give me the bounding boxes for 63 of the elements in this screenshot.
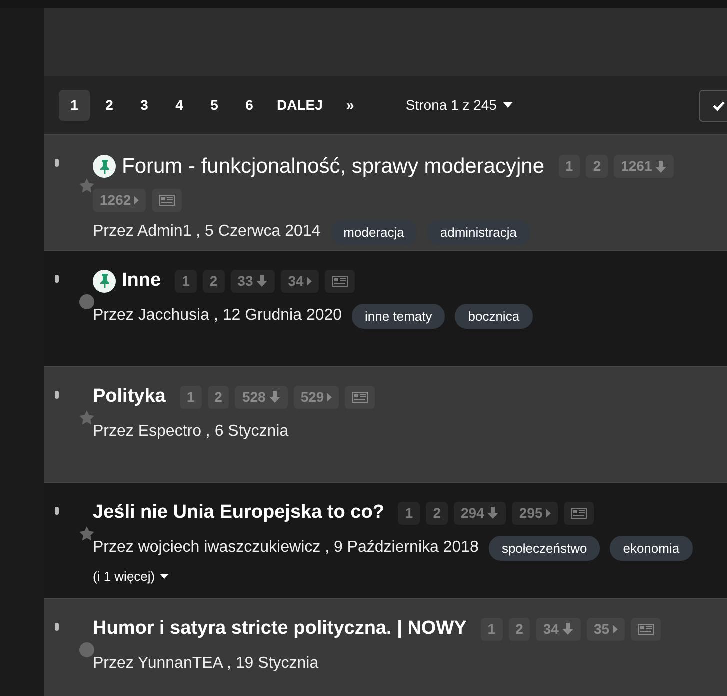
tag-link[interactable]: społeczeństwo [488, 536, 600, 561]
newspaper-icon [638, 624, 654, 635]
down-arrow-icon [655, 160, 668, 173]
last-page-button[interactable]: » [334, 90, 366, 120]
down-arrow-icon [487, 507, 500, 520]
topic-page-button[interactable]: 34 [281, 270, 319, 293]
topic-page-button[interactable]: 1 [398, 502, 420, 525]
page-button[interactable]: 6 [234, 90, 265, 120]
down-arrow-icon [268, 391, 281, 404]
caret-icon [502, 102, 513, 108]
down-arrow-icon [256, 275, 268, 288]
more-tags-button[interactable]: (i 1 więcej) [93, 567, 170, 586]
caret-icon [546, 508, 551, 518]
topic-title-link[interactable]: Polityka [93, 383, 166, 412]
caret-icon [612, 624, 618, 634]
page-button[interactable]: 2 [94, 90, 125, 120]
row-select-handle[interactable] [55, 391, 59, 399]
caret-icon [327, 392, 332, 402]
page-button[interactable]: 4 [164, 90, 195, 120]
newspaper-icon [159, 194, 176, 206]
page-button[interactable]: 5 [199, 90, 230, 120]
topic-title-link[interactable]: Humor i satyra stricte polityczna. | NOWY [93, 615, 467, 644]
preview-button[interactable] [324, 270, 355, 293]
tag-link[interactable]: ekonomia [610, 536, 693, 561]
topic-author-date: Przez wojciech iwaszczukiewicz , 9 Października 2018 [93, 538, 479, 558]
check-icon [713, 101, 725, 111]
next-button[interactable]: DALEJ [269, 90, 331, 120]
newspaper-icon [570, 508, 587, 519]
select-button[interactable] [699, 90, 727, 122]
newspaper-icon [332, 276, 348, 287]
page-button[interactable]: 1 [59, 90, 90, 120]
caret-icon [160, 574, 170, 580]
tag-link[interactable]: administracja [427, 220, 530, 245]
down-arrow-icon [562, 623, 574, 636]
topic-page-button[interactable]: 2 [426, 502, 448, 525]
page-button[interactable]: 3 [129, 90, 160, 120]
row-select-handle[interactable] [55, 275, 59, 283]
newspaper-icon [352, 392, 368, 403]
preview-button[interactable] [152, 188, 182, 212]
caret-icon [306, 276, 312, 286]
row-select-handle[interactable] [55, 159, 59, 167]
caret-icon [134, 196, 140, 204]
tag-link[interactable]: moderacja [330, 220, 418, 245]
row-select-handle[interactable] [55, 507, 59, 515]
preview-button[interactable] [564, 502, 594, 525]
topic-title-link[interactable]: Inne [122, 267, 162, 296]
topic-author-date: Przez Jacchusia , 12 Grudnia 2020 [93, 306, 342, 326]
topic-page-button[interactable]: 294 [454, 502, 506, 525]
preview-button[interactable] [630, 618, 661, 641]
topic-title-link[interactable]: Forum - funkcjonalność, sprawy moderacyjne [122, 151, 545, 182]
page-jump-dropdown[interactable]: Strona 1 z 245 [400, 94, 519, 116]
topic-author-date: Przez Espectro , 6 Stycznia [93, 422, 289, 442]
topic-page-button[interactable]: 295 [512, 502, 558, 525]
topic-author-date: Przez YunnanTEA , 19 Stycznia [93, 654, 319, 674]
preview-button[interactable] [345, 386, 376, 409]
tag-link[interactable]: inne tematy [352, 304, 446, 329]
topic-title-link[interactable]: Jeśli nie Unia Europejska to co? [93, 499, 384, 528]
row-select-handle[interactable] [55, 623, 59, 631]
topic-author-date: Przez Admin1 , 5 Czerwca 2014 [93, 222, 321, 242]
topic-page-button[interactable]: 1 [175, 270, 197, 293]
topic-page-button[interactable]: 33 [230, 270, 276, 293]
topic-page-button[interactable]: 2 [202, 270, 225, 293]
tag-link[interactable]: bocznica [455, 304, 533, 329]
